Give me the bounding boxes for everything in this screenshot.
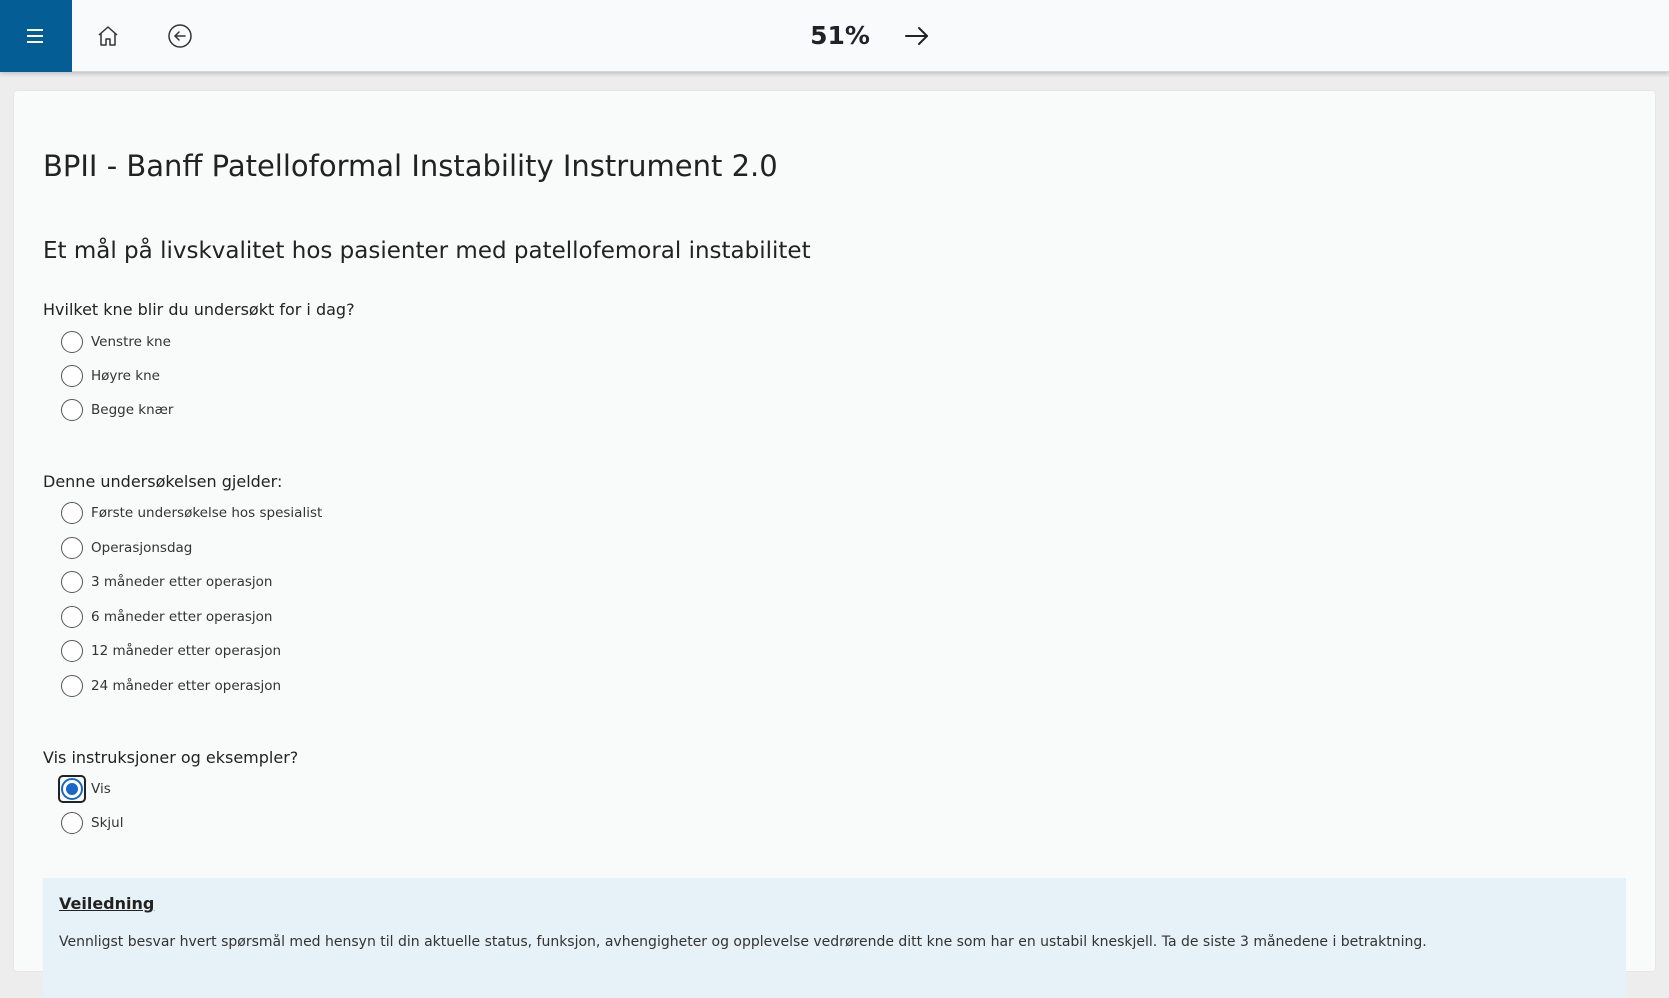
question-show-instructions: Vis instruksjoner og eksempler?	[43, 748, 299, 767]
radio-button[interactable]	[61, 537, 83, 559]
option-show[interactable]: Vis	[58, 775, 111, 803]
guide-title: Veiledning	[59, 894, 155, 913]
radio-button[interactable]	[61, 812, 83, 834]
guide-panel: Veiledning Vennligst besvar hvert spørsm…	[43, 878, 1626, 998]
radio-button[interactable]	[61, 640, 83, 662]
form-card: BPII - Banff Patelloformal Instability I…	[14, 91, 1655, 998]
radio-button[interactable]	[61, 571, 83, 593]
home-icon	[98, 26, 118, 46]
option-3-months[interactable]: 3 måneder etter operasjon	[61, 570, 272, 594]
option-first-exam[interactable]: Første undersøkelse hos spesialist	[61, 501, 322, 525]
progress-percent: 51%	[810, 21, 870, 50]
home-button[interactable]	[88, 16, 128, 56]
option-label: Begge knær	[91, 402, 174, 418]
option-label: Vis	[91, 781, 111, 797]
option-6-months[interactable]: 6 måneder etter operasjon	[61, 605, 272, 629]
form-subtitle: Et mål på livskvalitet hos pasienter med…	[43, 238, 811, 264]
form-title: BPII - Banff Patelloformal Instability I…	[43, 149, 778, 183]
top-bar: 51%	[0, 0, 1669, 72]
arrow-right-icon	[905, 27, 928, 45]
focus-indicator	[58, 775, 86, 803]
next-button[interactable]	[897, 16, 937, 56]
option-label: Venstre kne	[91, 334, 171, 350]
option-label: 12 måneder etter operasjon	[91, 643, 282, 659]
option-label: 24 måneder etter operasjon	[91, 678, 282, 694]
circle-arrow-left-icon	[168, 24, 192, 48]
radio-button[interactable]	[61, 606, 83, 628]
guide-text: Vennligst besvar hvert spørsmål med hens…	[59, 934, 1427, 950]
option-24-months[interactable]: 24 måneder etter operasjon	[61, 674, 281, 698]
back-button[interactable]	[160, 16, 200, 56]
option-label: 3 måneder etter operasjon	[91, 574, 273, 590]
option-label: Operasjonsdag	[91, 540, 193, 556]
option-label: 6 måneder etter operasjon	[91, 609, 273, 625]
question-knee-side: Hvilket kne blir du undersøkt for i dag?	[43, 300, 355, 319]
hamburger-icon	[27, 29, 43, 43]
radio-button[interactable]	[61, 675, 83, 697]
option-label: Høyre kne	[91, 368, 160, 384]
option-hide[interactable]: Skjul	[61, 811, 123, 835]
menu-button[interactable]	[0, 0, 72, 72]
radio-button-selected[interactable]	[61, 778, 83, 800]
radio-button[interactable]	[61, 331, 83, 353]
radio-button[interactable]	[61, 399, 83, 421]
radio-button[interactable]	[61, 365, 83, 387]
radio-button[interactable]	[61, 502, 83, 524]
option-left-knee[interactable]: Venstre kne	[61, 330, 171, 354]
question-exam-timing: Denne undersøkelsen gjelder:	[43, 472, 283, 491]
option-both-knees[interactable]: Begge knær	[61, 398, 173, 422]
option-label: Skjul	[91, 815, 124, 831]
option-right-knee[interactable]: Høyre kne	[61, 364, 160, 388]
option-surgery-day[interactable]: Operasjonsdag	[61, 536, 192, 560]
option-12-months[interactable]: 12 måneder etter operasjon	[61, 639, 281, 663]
option-label: Første undersøkelse hos spesialist	[91, 505, 323, 521]
